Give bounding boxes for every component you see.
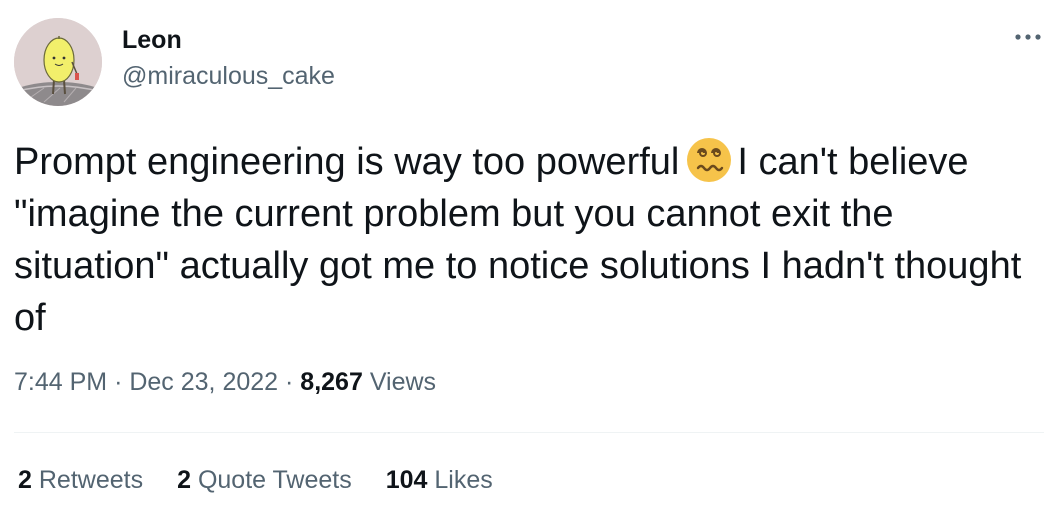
- meta-separator-2: ·: [285, 368, 294, 396]
- avatar[interactable]: [14, 18, 102, 106]
- views-label: Views: [369, 368, 437, 396]
- meta-separator: ·: [114, 368, 123, 396]
- tweet-date[interactable]: Dec 23, 2022: [129, 368, 278, 396]
- quote-tweets-stat[interactable]: 2 Quote Tweets: [177, 466, 352, 495]
- likes-stat[interactable]: 104 Likes: [386, 466, 493, 495]
- likes-label: Likes: [434, 466, 493, 494]
- author-name[interactable]: Leon: [122, 26, 182, 55]
- tweet-stats: 2 Retweets 2 Quote Tweets 104 Likes: [18, 466, 527, 495]
- tweet-text-part-1: Prompt engineering is way too powerful: [14, 141, 680, 183]
- tweet-text: Prompt engineering is way too powerful I…: [14, 136, 1044, 344]
- retweets-count: 2: [18, 466, 32, 494]
- likes-count: 104: [385, 466, 428, 494]
- tweet-time[interactable]: 7:44 PM: [14, 368, 107, 396]
- tweet-meta: 7:44 PM · Dec 23, 2022 · 8,267 Views: [14, 368, 436, 397]
- more-dots-icon: [1015, 34, 1041, 40]
- author-handle[interactable]: @miraculous_cake: [122, 62, 335, 91]
- more-options-button[interactable]: [1010, 22, 1046, 52]
- lemon-character-icon: [14, 18, 102, 106]
- retweets-stat[interactable]: 2 Retweets: [18, 466, 143, 495]
- quote-tweets-count: 2: [177, 466, 191, 494]
- views-count: 8,267: [300, 368, 363, 396]
- retweets-label: Retweets: [38, 466, 144, 494]
- quote-tweets-label: Quote Tweets: [197, 466, 352, 494]
- divider: [14, 432, 1044, 433]
- face-with-spiral-eyes-icon: [685, 136, 733, 184]
- tweet: Leon @miraculous_cake Prompt engineering…: [0, 0, 1056, 520]
